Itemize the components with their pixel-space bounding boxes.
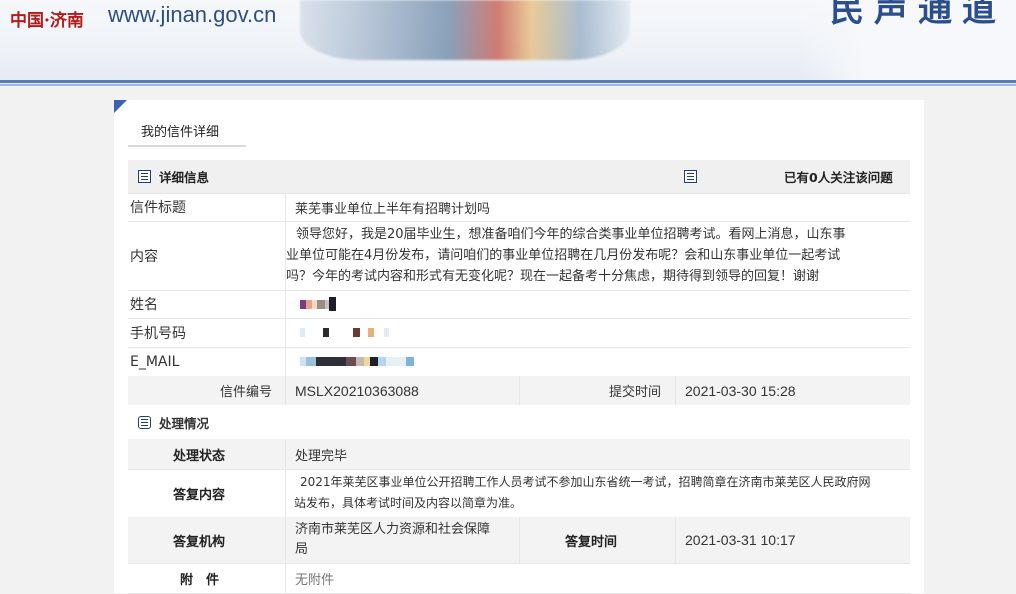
site-url[interactable]: www.jinan.gov.cn — [108, 2, 276, 28]
attachment-label: 附 件 — [180, 572, 220, 588]
letter-number-row: 信件编号 MSLX20210363088 提交时间 2021-03-30 15:… — [128, 376, 910, 406]
reply-org-row: 答复机构 济南市莱芜区人力资源和社会保障 局 答复时间 2021-03-31 1… — [128, 517, 910, 564]
column-divider — [285, 193, 286, 221]
email-redacted — [300, 347, 414, 376]
name-redacted — [300, 290, 336, 318]
detail-section-title: 详细信息 — [159, 170, 210, 185]
content-line: 业单位可能在4月份发布，请问咱们的事业单位招聘在几月份发布呢？会和山东事业单位一… — [286, 248, 841, 263]
letter-number-value: MSLX20210363088 — [295, 382, 419, 399]
email-label: E_MAIL — [130, 353, 180, 370]
detail-section-header: 详细信息 已有0人关注该问题 — [128, 160, 910, 194]
subject-label: 信件标题 — [130, 200, 186, 216]
banner-title: 民声通道 — [830, 0, 1006, 30]
name-label: 姓名 — [130, 297, 158, 313]
column-divider — [675, 517, 676, 563]
reply-line: 2021年莱芜区事业单位公开招聘工作人员考试不参加山东省统一考试，招聘简章在济南… — [300, 475, 871, 489]
header-bar-secondary — [0, 84, 1016, 86]
column-divider — [285, 563, 286, 593]
reply-content-label: 答复内容 — [173, 487, 226, 503]
reply-time-label: 答复时间 — [565, 534, 618, 550]
letter-panel: 我的信件详细 详细信息 已有0人关注该问题 信件标题 莱芜事业单位上半年有招聘计… — [114, 100, 924, 594]
site-header: 民声通道 中国·济南 www.jinan.gov.cn — [0, 0, 1016, 86]
content-row: 内容 领导您好，我是20届毕业生，想准备咱们今年的综合类事业单位招聘考试。看网上… — [128, 221, 910, 291]
column-divider — [285, 517, 286, 563]
phone-redacted — [300, 318, 389, 347]
follow-count: 已有0人关注该问题 — [784, 170, 893, 185]
column-divider — [519, 517, 520, 563]
phone-row: 手机号码 — [128, 318, 910, 348]
email-row: E_MAIL — [128, 347, 910, 377]
column-divider — [285, 347, 286, 376]
processing-section-header: 处理情况 — [128, 405, 910, 440]
reply-line: 站发布，具体考试时间及内容以简章为准。 — [294, 496, 523, 510]
reply-time-value: 2021-03-31 10:17 — [685, 532, 796, 548]
list-icon — [138, 416, 151, 429]
subject-row: 信件标题 莱芜事业单位上半年有招聘计划吗 — [128, 193, 910, 222]
phone-label: 手机号码 — [130, 325, 186, 342]
corner-marker — [114, 100, 127, 113]
subject-value: 莱芜事业单位上半年有招聘计划吗 — [295, 201, 491, 217]
reply-org-line: 局 — [295, 542, 309, 557]
column-divider — [675, 376, 676, 405]
banner-image — [300, 0, 630, 60]
reply-content-row: 答复内容 2021年莱芜区事业单位公开招聘工作人员考试不参加山东省统一考试，招聘… — [128, 469, 910, 518]
header-bar — [0, 80, 1016, 83]
reply-org-line: 济南市莱芜区人力资源和社会保障 — [295, 522, 491, 537]
status-value: 处理完毕 — [295, 448, 348, 464]
column-divider — [285, 439, 286, 469]
submit-time-label: 提交时间 — [609, 385, 662, 400]
content-label: 内容 — [130, 248, 158, 265]
status-label: 处理状态 — [173, 448, 226, 464]
processing-section-title: 处理情况 — [159, 415, 210, 431]
content-value: 领导您好，我是20届毕业生，想准备咱们今年的综合类事业单位招聘考试。看网上消息，… — [286, 221, 910, 290]
page-title-tab: 我的信件详细 — [128, 118, 246, 147]
reply-org-value: 济南市莱芜区人力资源和社会保障 局 — [295, 517, 519, 563]
submit-time-value: 2021-03-30 15:28 — [685, 382, 796, 399]
status-row: 处理状态 处理完毕 — [128, 439, 910, 470]
column-divider — [285, 290, 286, 318]
list-icon — [684, 170, 697, 183]
list-icon — [138, 170, 151, 183]
column-divider — [285, 376, 286, 405]
attachment-row: 附 件 无附件 — [128, 563, 910, 594]
page-title: 我的信件详细 — [141, 125, 220, 140]
letter-number-label: 信件编号 — [220, 385, 273, 400]
reply-org-label: 答复机构 — [173, 534, 226, 550]
column-divider — [519, 376, 520, 405]
content-line: 领导您好，我是20届毕业生，想准备咱们今年的综合类事业单位招聘考试。看网上消息，… — [296, 227, 846, 242]
content-line: 吗？今年的考试内容和形式有无变化呢？现在一起备考十分焦虑，期待得到领导的回复！谢… — [286, 269, 820, 284]
name-row: 姓名 — [128, 290, 910, 319]
attachment-value: 无附件 — [295, 572, 335, 588]
site-logo[interactable]: 中国·济南 — [10, 6, 84, 31]
reply-content-value: 2021年莱芜区事业单位公开招聘工作人员考试不参加山东省统一考试，招聘简章在济南… — [286, 469, 910, 517]
column-divider — [285, 318, 286, 347]
